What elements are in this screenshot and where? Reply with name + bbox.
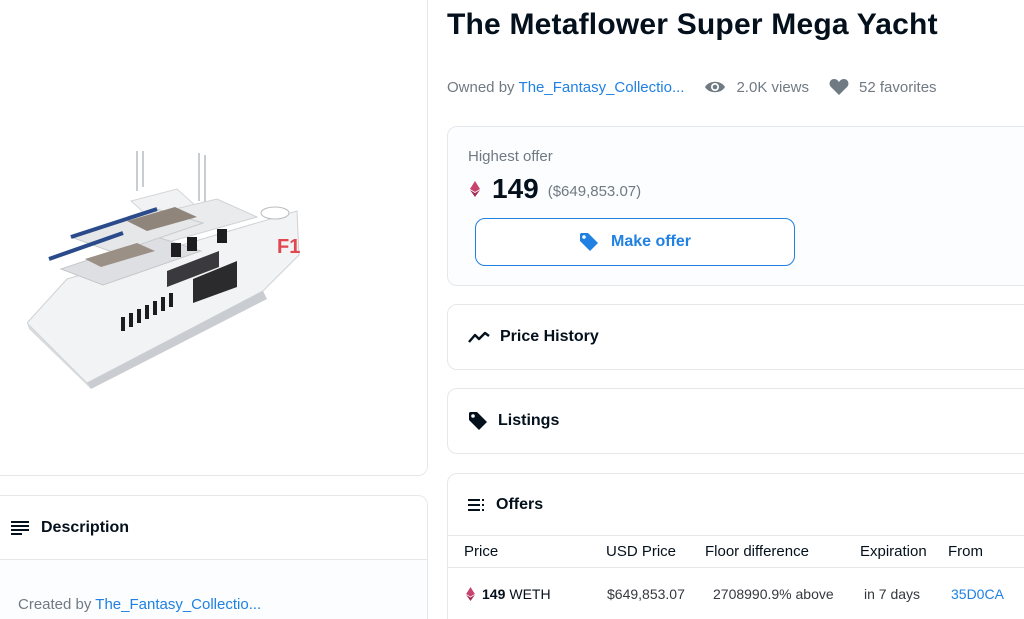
- offer-from-link[interactable]: 35D0CA: [935, 586, 1024, 602]
- make-offer-button[interactable]: Make offer: [475, 218, 795, 266]
- heart-icon: [829, 79, 849, 95]
- offer-expiration-cell: in 7 days: [864, 586, 921, 602]
- hull-marking: F1: [277, 236, 300, 258]
- asset-image-card: F1: [0, 0, 428, 476]
- offers-label: Offers: [496, 495, 544, 513]
- favorites-count: 52 favorites: [859, 78, 937, 96]
- tag-icon: [579, 233, 598, 251]
- owned-by-label: Owned by: [447, 78, 515, 96]
- offer-floor-cell: 2708990.9% above: [713, 586, 834, 602]
- creator-link[interactable]: The_Fantasy_Collectio...: [95, 596, 261, 613]
- tag-icon: [469, 412, 487, 430]
- column-header-usd: USD Price: [606, 543, 677, 560]
- offers-header[interactable]: Offers: [448, 474, 1024, 536]
- highest-offer-usd: ($649,853.07): [547, 182, 642, 200]
- favorites-stat[interactable]: 52 favorites: [829, 78, 937, 96]
- created-by-label: Created by: [18, 596, 92, 613]
- description-title: Description: [41, 518, 130, 536]
- text-lines-icon: [11, 520, 29, 535]
- offer-amount: 149: [482, 586, 506, 602]
- yacht-image: F1: [27, 151, 300, 389]
- price-history-label: Price History: [500, 328, 599, 345]
- price-history-section[interactable]: Price History: [447, 304, 1024, 370]
- highest-offer-card: Highest offer 149 ($649,853.07) Make off…: [447, 126, 1024, 286]
- owner-link[interactable]: The_Fantasy_Collectio...: [519, 79, 685, 96]
- views-stat: 2.0K views: [704, 79, 809, 96]
- offers-table-header: Price USD Price Floor difference Expirat…: [448, 536, 1024, 568]
- offer-currency: WETH: [509, 586, 551, 602]
- views-count: 2.0K views: [736, 78, 810, 96]
- offers-section: Offers Price USD Price Floor difference …: [447, 473, 1024, 619]
- eye-icon: [705, 81, 726, 93]
- list-icon: [468, 498, 484, 511]
- offer-price-cell: 149 WETH: [448, 586, 591, 602]
- description-panel: Description Created by The_Fantasy_Colle…: [0, 495, 428, 619]
- listings-label: Listings: [498, 412, 560, 429]
- description-header[interactable]: Description: [0, 496, 427, 560]
- column-header-from: From: [948, 543, 983, 560]
- column-header-floor: Floor difference: [705, 543, 809, 560]
- asset-meta-row: Owned by The_Fantasy_Collectio... 2.0K v…: [447, 76, 937, 98]
- listings-section[interactable]: Listings: [447, 388, 1024, 454]
- highest-offer-price: 149 ($649,853.07): [470, 173, 641, 205]
- make-offer-label: Make offer: [610, 233, 692, 250]
- asset-title: The Metaflower Super Mega Yacht: [447, 8, 938, 41]
- table-row: 149 WETH $649,853.07 2708990.9% above in…: [448, 568, 1024, 619]
- highest-offer-amount: 149: [492, 173, 539, 204]
- highest-offer-label: Highest offer: [468, 148, 553, 165]
- offer-usd-cell: $649,853.07: [607, 586, 685, 602]
- column-header-expiration: Expiration: [860, 543, 927, 560]
- column-header-price: Price: [464, 543, 499, 560]
- description-body: Created by The_Fantasy_Collectio...: [0, 560, 427, 619]
- eth-icon: [470, 181, 480, 197]
- eth-icon: [466, 587, 475, 601]
- trend-line-icon: [468, 331, 490, 343]
